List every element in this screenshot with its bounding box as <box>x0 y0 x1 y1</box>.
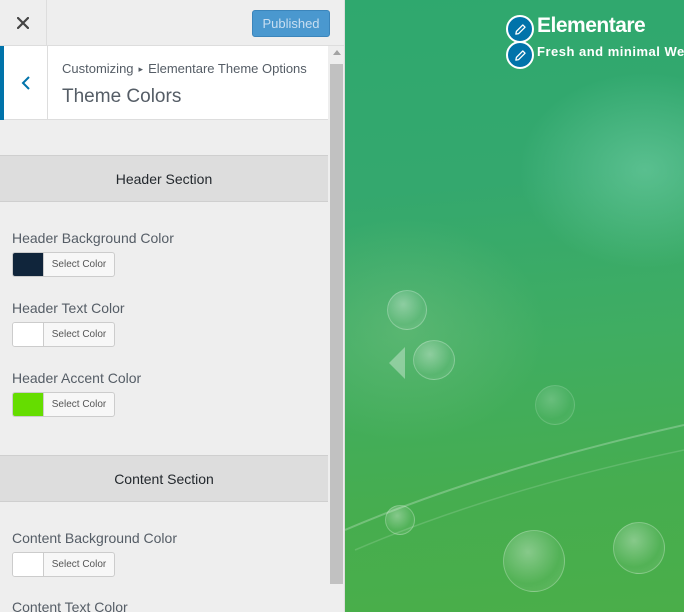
grass-blade-image <box>345 424 684 551</box>
publish-button[interactable]: Published <box>252 10 330 37</box>
control-label: Header Background Color <box>12 230 174 246</box>
back-button[interactable] <box>0 46 48 120</box>
color-swatch <box>13 553 44 576</box>
select-color-label: Select Color <box>51 259 107 270</box>
section-header: Customizing ▸ Elementare Theme Options The… <box>0 46 328 120</box>
content-background-color-picker[interactable]: Select Color <box>12 552 115 577</box>
breadcrumb-parent: Elementare Theme Options <box>148 61 307 76</box>
panel-scrollbar[interactable] <box>328 46 344 612</box>
select-color-label: Select Color <box>51 329 107 340</box>
controls-list: Header Section Header Background Color S… <box>0 120 328 612</box>
breadcrumb-separator: ▸ <box>138 64 144 74</box>
close-button[interactable] <box>0 0 47 46</box>
scrollbar-thumb[interactable] <box>330 64 343 584</box>
pencil-icon <box>514 23 526 35</box>
header-accent-color-picker[interactable]: Select Color <box>12 392 115 417</box>
select-color-label: Select Color <box>51 559 107 570</box>
chevron-left-icon <box>21 76 30 90</box>
color-swatch <box>13 323 44 346</box>
pencil-icon <box>514 49 526 61</box>
water-drop-image <box>387 290 427 330</box>
breadcrumb-root: Customizing <box>62 61 134 76</box>
site-preview[interactable]: Elementare Fresh and minimal We <box>345 0 684 612</box>
color-swatch <box>13 393 44 416</box>
site-title[interactable]: Elementare <box>537 14 646 38</box>
scroll-up-arrow-icon[interactable] <box>333 50 341 55</box>
customizer-panel: Published Customizing ▸ Elementare Theme O… <box>0 0 345 612</box>
slider-prev-icon[interactable] <box>385 345 409 381</box>
control-label: Header Accent Color <box>12 370 142 386</box>
control-label: Header Text Color <box>12 300 125 316</box>
site-tagline[interactable]: Fresh and minimal We <box>537 44 684 59</box>
water-drop-image <box>413 340 455 380</box>
customizer-topbar: Published <box>0 0 344 46</box>
group-heading-content: Content Section <box>0 455 328 502</box>
header-text-color-picker[interactable]: Select Color <box>12 322 115 347</box>
control-label: Content Background Color <box>12 530 177 546</box>
group-heading-header: Header Section <box>0 155 328 202</box>
breadcrumb: Customizing ▸ Elementare Theme Options <box>62 61 307 76</box>
control-label: Content Text Color <box>12 599 128 612</box>
color-swatch <box>13 253 44 276</box>
header-background-color-picker[interactable]: Select Color <box>12 252 115 277</box>
edit-site-title-button[interactable] <box>506 15 534 43</box>
edit-site-tagline-button[interactable] <box>506 41 534 69</box>
page-title: Theme Colors <box>62 86 182 107</box>
select-color-label: Select Color <box>51 399 107 410</box>
close-icon <box>17 17 29 29</box>
